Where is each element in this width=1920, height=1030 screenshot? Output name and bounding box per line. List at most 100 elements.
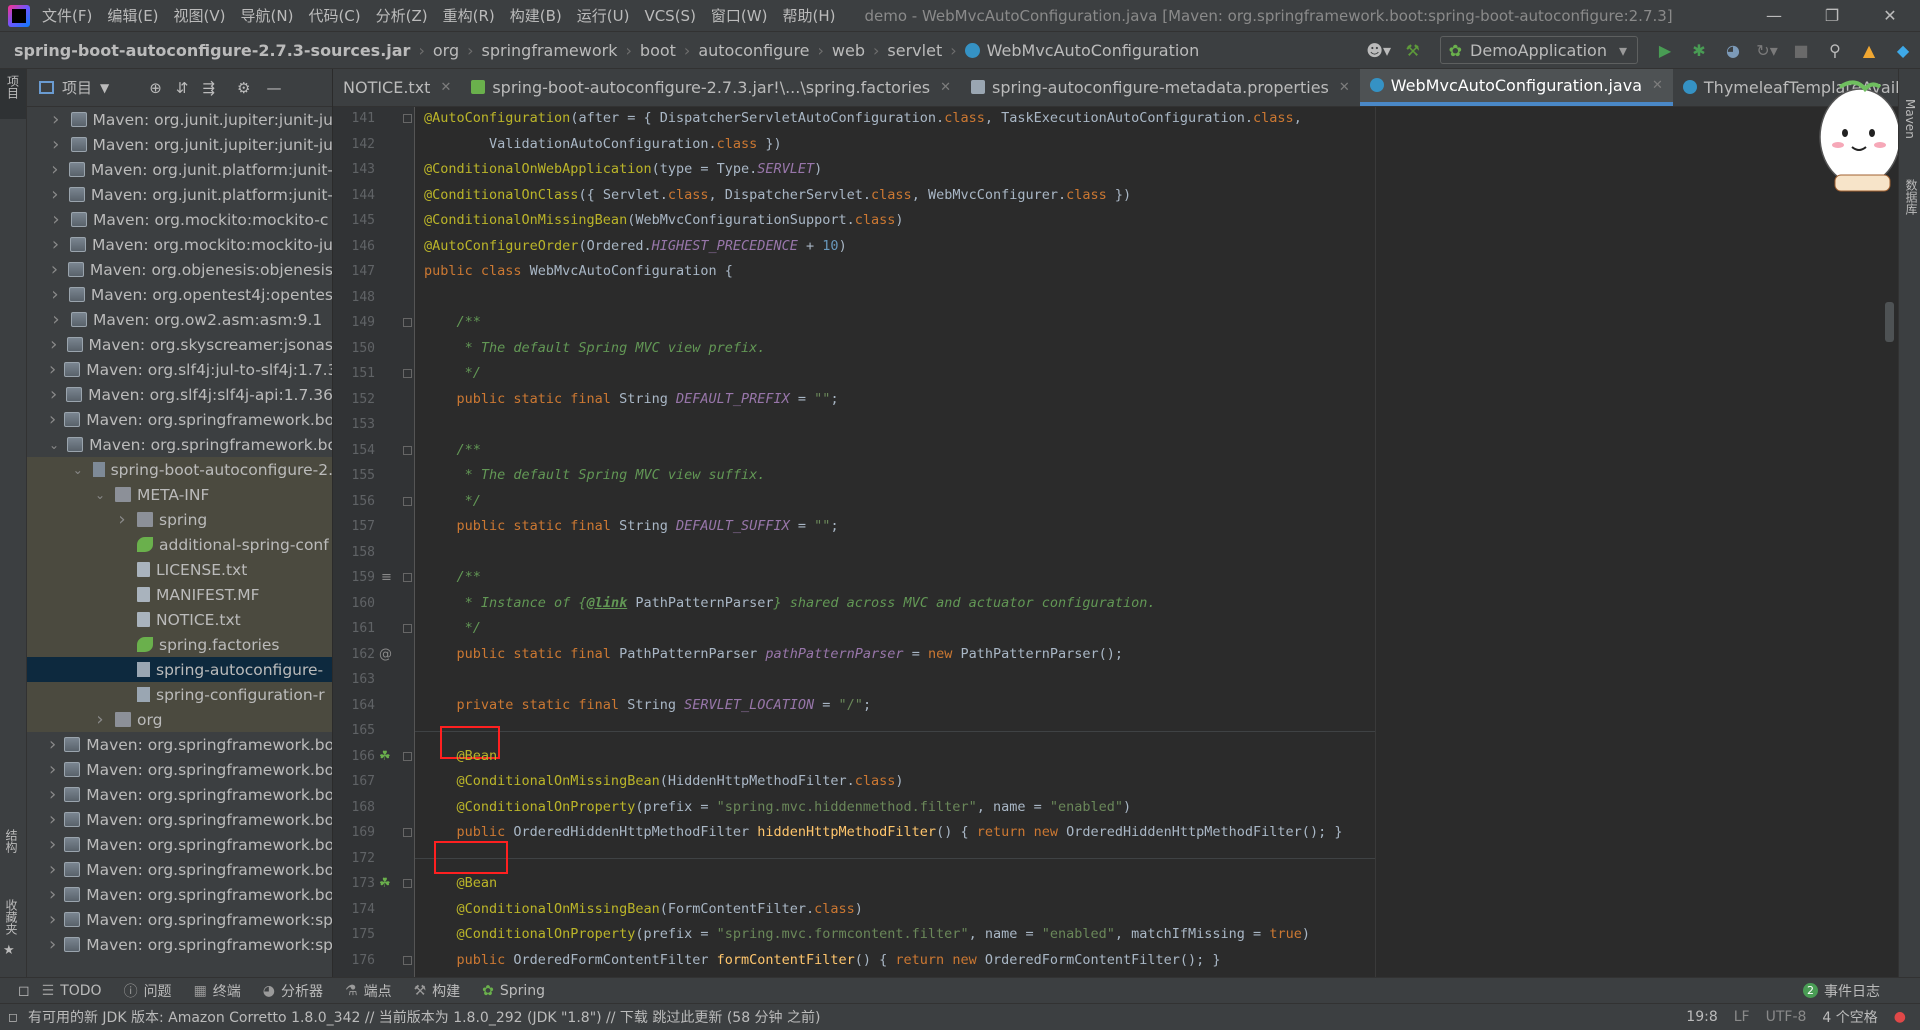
database-tool-button[interactable]: 数据库: [1903, 179, 1920, 219]
menu-refactor[interactable]: 重构(R): [443, 5, 495, 26]
fold-marker-icon[interactable]: [403, 318, 412, 327]
bean-icon[interactable]: ☘: [379, 871, 391, 896]
chevron-right-icon[interactable]: ›: [49, 759, 56, 780]
tree-node[interactable]: › Maven: org.slf4j:jul-to-slf4j:1.7.3: [27, 357, 332, 382]
fold-marker-icon[interactable]: [403, 496, 412, 506]
chevron-right-icon[interactable]: ›: [49, 109, 63, 130]
tree-node[interactable]: › Maven: org.ow2.asm:asm:9.1: [27, 307, 332, 332]
fold-marker-icon[interactable]: [403, 879, 412, 888]
tree-node[interactable]: › Maven: org.mockito:mockito-c: [27, 207, 332, 232]
run-configuration-select[interactable]: ✿ DemoApplication ▾: [1439, 36, 1638, 64]
status-window-icon[interactable]: ◻: [8, 1010, 18, 1024]
chevron-down-icon[interactable]: ⌄: [93, 488, 107, 502]
tree-node[interactable]: NOTICE.txt: [27, 607, 332, 632]
chevron-down-icon[interactable]: ▼: [100, 81, 109, 95]
breadcrumb-autoconfigure[interactable]: autoconfigure: [698, 41, 809, 60]
maven-tool-button[interactable]: Maven: [1903, 99, 1917, 143]
chevron-right-icon[interactable]: ›: [49, 859, 56, 880]
fold-marker-icon[interactable]: [403, 114, 412, 123]
chevron-right-icon[interactable]: ›: [49, 359, 56, 380]
project-tool-button[interactable]: 项目: [0, 69, 26, 119]
menu-view[interactable]: 视图(V): [174, 5, 226, 26]
tree-node[interactable]: › Maven: org.springframework:sp: [27, 907, 332, 932]
chevron-right-icon[interactable]: ›: [93, 709, 107, 730]
tree-node[interactable]: spring-autoconfigure-: [27, 657, 332, 682]
chevron-right-icon[interactable]: ›: [49, 734, 56, 755]
gear-icon[interactable]: ⚙: [237, 79, 250, 97]
tree-node[interactable]: › spring: [27, 507, 332, 532]
tree-node[interactable]: › Maven: org.junit.jupiter:junit-ju: [27, 107, 332, 132]
menu-file[interactable]: 文件(F): [42, 5, 92, 26]
chevron-right-icon[interactable]: ›: [49, 209, 63, 230]
code-editor[interactable]: @AutoConfiguration(after = { DispatcherS…: [415, 107, 1920, 977]
chevron-right-icon[interactable]: ›: [49, 284, 61, 305]
tree-node[interactable]: › Maven: org.junit.platform:junit-: [27, 182, 332, 207]
profile-icon[interactable]: ↻▾: [1756, 39, 1778, 61]
menu-vcs[interactable]: VCS(S): [644, 7, 695, 25]
minimize-icon[interactable]: —: [1750, 0, 1798, 31]
breadcrumb-class[interactable]: WebMvcAutoConfiguration: [987, 41, 1200, 60]
hide-panel-icon[interactable]: —: [266, 79, 281, 97]
fold-marker-icon[interactable]: [403, 955, 412, 965]
file-encoding[interactable]: UTF-8: [1766, 1009, 1807, 1025]
fold-marker-icon[interactable]: [403, 751, 412, 761]
close-icon[interactable]: ✕: [1866, 0, 1914, 31]
debug-icon[interactable]: ✱: [1688, 39, 1710, 61]
tree-node[interactable]: › Maven: org.slf4j:slf4j-api:1.7.36: [27, 382, 332, 407]
chevron-right-icon[interactable]: ›: [49, 834, 56, 855]
fold-marker-icon[interactable]: [403, 828, 412, 837]
tree-node[interactable]: › Maven: org.springframework.bo: [27, 857, 332, 882]
menu-build[interactable]: 构建(B): [510, 5, 562, 26]
tree-node[interactable]: ⌄ META-INF: [27, 482, 332, 507]
breadcrumb-servlet[interactable]: servlet: [887, 41, 942, 60]
chevron-right-icon[interactable]: ›: [49, 934, 56, 955]
error-indicator-icon[interactable]: ●: [1894, 1009, 1906, 1025]
editor-tab[interactable]: WebMvcAutoConfiguration.java ✕: [1359, 69, 1673, 106]
expand-all-icon[interactable]: ⇵: [176, 79, 189, 97]
favorites-tool-button[interactable]: 收藏夹 ★: [3, 899, 20, 958]
coverage-icon[interactable]: ◕: [1722, 39, 1744, 61]
menu-window[interactable]: 窗口(W): [711, 5, 768, 26]
fold-marker-icon[interactable]: [403, 369, 412, 378]
tree-node[interactable]: LICENSE.txt: [27, 557, 332, 582]
update-icon[interactable]: ▲: [1858, 39, 1880, 61]
tool-endpoints[interactable]: ⚗ 端点: [345, 981, 392, 1001]
chevron-right-icon[interactable]: ›: [49, 809, 56, 830]
chevron-right-icon[interactable]: ›: [49, 159, 61, 180]
tree-node[interactable]: spring-configuration-r: [27, 682, 332, 707]
tree-node[interactable]: spring.factories: [27, 632, 332, 657]
tree-node[interactable]: › Maven: org.springframework.bo: [27, 782, 332, 807]
tree-node[interactable]: › Maven: org.mockito:mockito-ju: [27, 232, 332, 257]
collapse-all-icon[interactable]: ⇶: [202, 79, 215, 97]
tree-node[interactable]: › Maven: org.springframework.bo: [27, 757, 332, 782]
line-separator[interactable]: LF: [1734, 1009, 1750, 1025]
indent-setting[interactable]: 4 个空格: [1822, 1007, 1877, 1027]
chevron-right-icon[interactable]: ›: [49, 334, 59, 355]
plugin-icon[interactable]: ◆: [1892, 39, 1914, 61]
doc-icon[interactable]: ≡: [381, 565, 392, 590]
editor-scrollbar-thumb[interactable]: [1885, 302, 1894, 342]
chevron-down-icon[interactable]: ⌄: [49, 438, 59, 452]
run-icon[interactable]: ▶: [1654, 39, 1676, 61]
breadcrumb-boot[interactable]: boot: [640, 41, 676, 60]
tree-node[interactable]: › Maven: org.springframework.bo: [27, 832, 332, 857]
breadcrumb-springframework[interactable]: springframework: [482, 41, 618, 60]
tree-node[interactable]: › Maven: org.springframework.bo: [27, 732, 332, 757]
close-tab-icon[interactable]: ✕: [940, 80, 951, 95]
menu-run[interactable]: 运行(U): [577, 5, 630, 26]
caret-position[interactable]: 19:8: [1686, 1009, 1717, 1025]
tree-node[interactable]: › Maven: org.junit.platform:junit-: [27, 157, 332, 182]
chevron-right-icon[interactable]: ›: [49, 784, 56, 805]
tool-todo[interactable]: ☰ TODO: [42, 983, 102, 999]
chevron-right-icon[interactable]: ›: [49, 409, 56, 430]
menu-code[interactable]: 代码(C): [308, 5, 360, 26]
menu-analyze[interactable]: 分析(Z): [376, 5, 428, 26]
stop-icon[interactable]: ■: [1790, 39, 1812, 61]
restore-icon[interactable]: ❐: [1808, 0, 1856, 31]
editor-tab[interactable]: NOTICE.txt ✕: [333, 69, 461, 106]
breadcrumb-web[interactable]: web: [832, 41, 865, 60]
menu-help[interactable]: 帮助(H): [782, 5, 835, 26]
tree-node[interactable]: › Maven: org.objenesis:objenesis: [27, 257, 332, 282]
tree-node[interactable]: › Maven: org.opentest4j:opentes: [27, 282, 332, 307]
chevron-right-icon[interactable]: ›: [115, 509, 129, 530]
